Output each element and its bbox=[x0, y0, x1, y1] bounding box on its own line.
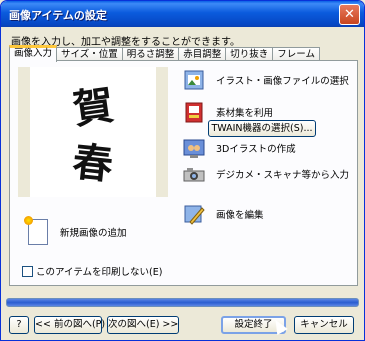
help-button[interactable]: ? bbox=[9, 316, 29, 334]
create-3d-illustration-label: 3Dイラストの作成 bbox=[216, 144, 296, 155]
select-image-file-action[interactable]: イラスト・画像ファイルの選択 bbox=[182, 69, 349, 91]
cancel-button[interactable]: キャンセル bbox=[294, 316, 354, 334]
no-print-option[interactable]: このアイテムを印刷しない(E) bbox=[22, 264, 162, 278]
close-icon: ✕ bbox=[344, 7, 355, 22]
image-preview: 賀 春 bbox=[18, 67, 168, 197]
edit-image-action[interactable]: 画像を編集 bbox=[182, 203, 264, 225]
clipart-book-icon bbox=[182, 101, 206, 123]
tab-panel: 賀 春 イラスト・画像ファイルの選択 素材集を利用 3Dイラストの作成 デジカメ… bbox=[9, 60, 358, 286]
image-file-icon bbox=[182, 69, 206, 91]
create-3d-illustration-action[interactable]: 3Dイラストの作成 bbox=[182, 137, 296, 159]
progress-bar bbox=[6, 298, 359, 307]
use-clipart-label: 素材集を利用 bbox=[216, 108, 274, 119]
add-new-image-label: 新規画像の追加 bbox=[60, 228, 127, 239]
no-print-checkbox[interactable] bbox=[22, 265, 33, 277]
camera-scanner-input-action[interactable]: デジカメ・スキャナ等から入力 bbox=[182, 163, 349, 185]
tab-image-input[interactable]: 画像入力 bbox=[9, 45, 58, 62]
close-button[interactable]: ✕ bbox=[339, 4, 360, 25]
camera-scanner-icon bbox=[182, 163, 206, 185]
preview-calligraphy-bottom: 春 bbox=[70, 138, 115, 189]
camera-scanner-input-label: デジカメ・スキャナ等から入力 bbox=[216, 170, 350, 181]
title-bar[interactable]: 画像アイテムの設定 ✕ bbox=[1, 1, 364, 27]
dialog-window: 画像アイテムの設定 ✕ 画像を入力し、加工や調整をすることができます。 画像入力… bbox=[0, 0, 365, 341]
add-new-image-action[interactable]: 新規画像の追加 bbox=[24, 216, 127, 245]
twain-select-button[interactable]: TWAIN機器の選択(S)... bbox=[208, 120, 316, 137]
edit-image-label: 画像を編集 bbox=[216, 210, 264, 221]
3d-illustration-icon bbox=[182, 137, 206, 159]
no-print-label: このアイテムを印刷しない(E) bbox=[36, 267, 163, 278]
previous-item-button[interactable]: << 前の図へ(P) bbox=[34, 316, 105, 334]
edit-image-icon bbox=[182, 203, 206, 225]
next-item-button[interactable]: 次の図へ(E) >> bbox=[107, 316, 179, 334]
select-image-file-label: イラスト・画像ファイルの選択 bbox=[216, 76, 349, 87]
window-title: 画像アイテムの設定 bbox=[9, 9, 107, 22]
new-document-icon bbox=[24, 216, 48, 245]
